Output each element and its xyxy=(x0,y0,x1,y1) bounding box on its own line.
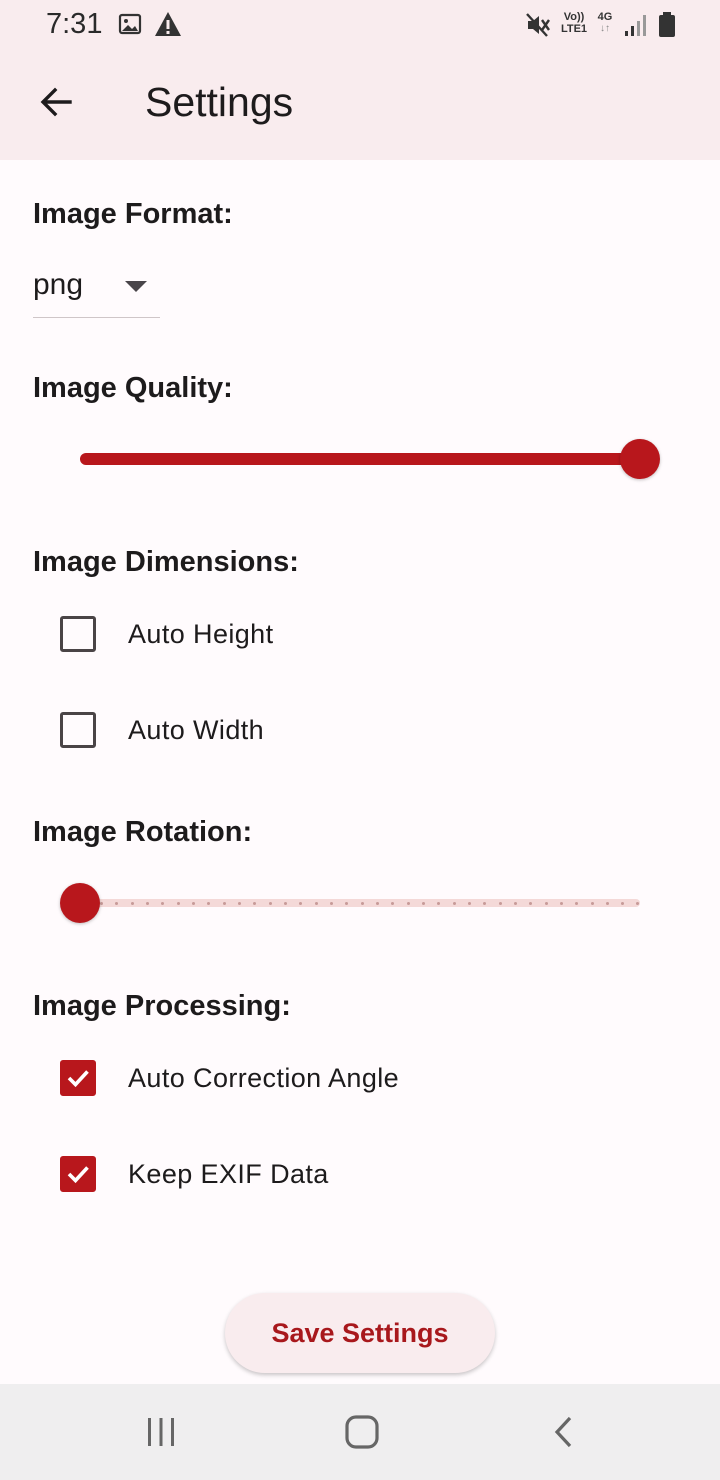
system-nav-bar xyxy=(0,1384,720,1480)
arrow-back-icon xyxy=(40,87,72,117)
slider-tick xyxy=(636,901,640,905)
dropdown-selected-value: png xyxy=(33,268,84,301)
slider-tick xyxy=(498,901,502,905)
slider-tick xyxy=(375,901,379,905)
slider-tick xyxy=(437,901,441,905)
keep-exif-data-option[interactable]: Keep EXIF Data xyxy=(60,1149,329,1199)
slider-tick xyxy=(268,901,272,905)
network-label: 4G xyxy=(597,11,613,23)
slider-tick xyxy=(207,901,211,905)
keep-exif-data-label: Keep EXIF Data xyxy=(128,1158,329,1189)
save-settings-button[interactable]: Save Settings xyxy=(225,1293,495,1373)
slider-tick xyxy=(421,901,425,905)
status-time: 7:31 xyxy=(46,8,103,40)
image-format-label: Image Format: xyxy=(33,198,233,230)
image-dimensions-label: Image Dimensions: xyxy=(33,546,299,578)
auto-height-option[interactable]: Auto Height xyxy=(60,609,274,659)
slider-tick xyxy=(237,901,241,905)
slider-tick xyxy=(360,901,364,905)
image-rotation-label: Image Rotation: xyxy=(33,816,253,848)
slider-tick xyxy=(100,901,103,905)
slider-tick xyxy=(345,901,349,905)
slider-tick xyxy=(299,901,303,905)
warning-icon xyxy=(155,12,181,36)
check-icon xyxy=(67,1070,89,1088)
slider-tick xyxy=(590,901,594,905)
slider-tick xyxy=(621,901,625,905)
slider-tick xyxy=(115,901,119,905)
image-processing-label: Image Processing: xyxy=(33,990,291,1022)
auto-correction-angle-option[interactable]: Auto Correction Angle xyxy=(60,1053,399,1103)
auto-height-label: Auto Height xyxy=(128,618,274,649)
slider-tick xyxy=(222,901,226,905)
4g-icon: 4G ↓↑ xyxy=(594,11,616,35)
battery-icon xyxy=(659,12,675,37)
dropdown-arrow-icon xyxy=(125,281,147,292)
slider-tick xyxy=(406,901,410,905)
slider-tick xyxy=(544,901,548,905)
slider-thumb[interactable] xyxy=(620,439,660,479)
home-button[interactable] xyxy=(332,1408,392,1456)
data-arrows: ↓↑ xyxy=(600,23,610,34)
slider-tick xyxy=(161,901,165,905)
home-icon xyxy=(345,1415,379,1449)
slider-tick xyxy=(529,901,533,905)
app-bar: Settings xyxy=(0,52,720,160)
slider-tick xyxy=(191,901,195,905)
slider-active-track xyxy=(80,453,640,465)
back-icon xyxy=(554,1416,572,1448)
auto-correction-angle-label: Auto Correction Angle xyxy=(128,1062,400,1093)
slider-tick xyxy=(130,901,134,905)
recent-apps-icon xyxy=(148,1418,174,1446)
system-back-button[interactable] xyxy=(534,1408,594,1456)
keep-exif-data-checkbox[interactable] xyxy=(60,1156,96,1192)
slider-tick xyxy=(176,901,180,905)
recent-apps-button[interactable] xyxy=(131,1408,191,1456)
volte-icon: Vo)) LTE1 xyxy=(557,11,591,35)
slider-tick xyxy=(314,901,318,905)
signal-icon xyxy=(625,15,646,36)
slider-tick xyxy=(391,901,395,905)
slider-tick xyxy=(145,901,149,905)
image-rotation-slider[interactable] xyxy=(60,873,660,933)
image-quality-label: Image Quality: xyxy=(33,372,233,404)
slider-tick xyxy=(329,901,333,905)
slider-tick xyxy=(253,901,257,905)
volte-label-top: Vo)) xyxy=(563,11,585,23)
auto-width-option[interactable]: Auto Width xyxy=(60,705,264,755)
page-title: Settings xyxy=(145,79,294,125)
auto-correction-angle-checkbox[interactable] xyxy=(60,1060,96,1096)
image-format-dropdown[interactable]: png xyxy=(33,262,160,318)
image-quality-slider[interactable] xyxy=(60,429,660,489)
slider-tick xyxy=(467,901,471,905)
slider-tick xyxy=(283,901,287,905)
check-icon xyxy=(67,1166,89,1184)
slider-tick xyxy=(452,901,456,905)
slider-tick-marks xyxy=(100,901,640,905)
status-bar: 7:31 Vo)) LTE1 4G ↓↑ xyxy=(0,0,720,52)
auto-height-checkbox[interactable] xyxy=(60,616,96,652)
slider-tick xyxy=(575,901,579,905)
volte-label-bottom: LTE1 xyxy=(560,23,588,35)
slider-thumb[interactable] xyxy=(60,883,100,923)
back-button[interactable] xyxy=(28,74,84,130)
auto-width-checkbox[interactable] xyxy=(60,712,96,748)
image-icon xyxy=(118,13,142,35)
mute-icon xyxy=(526,13,550,37)
auto-width-label: Auto Width xyxy=(128,714,265,745)
slider-tick xyxy=(513,901,517,905)
slider-tick xyxy=(605,901,609,905)
slider-tick xyxy=(483,901,487,905)
slider-tick xyxy=(559,901,563,905)
